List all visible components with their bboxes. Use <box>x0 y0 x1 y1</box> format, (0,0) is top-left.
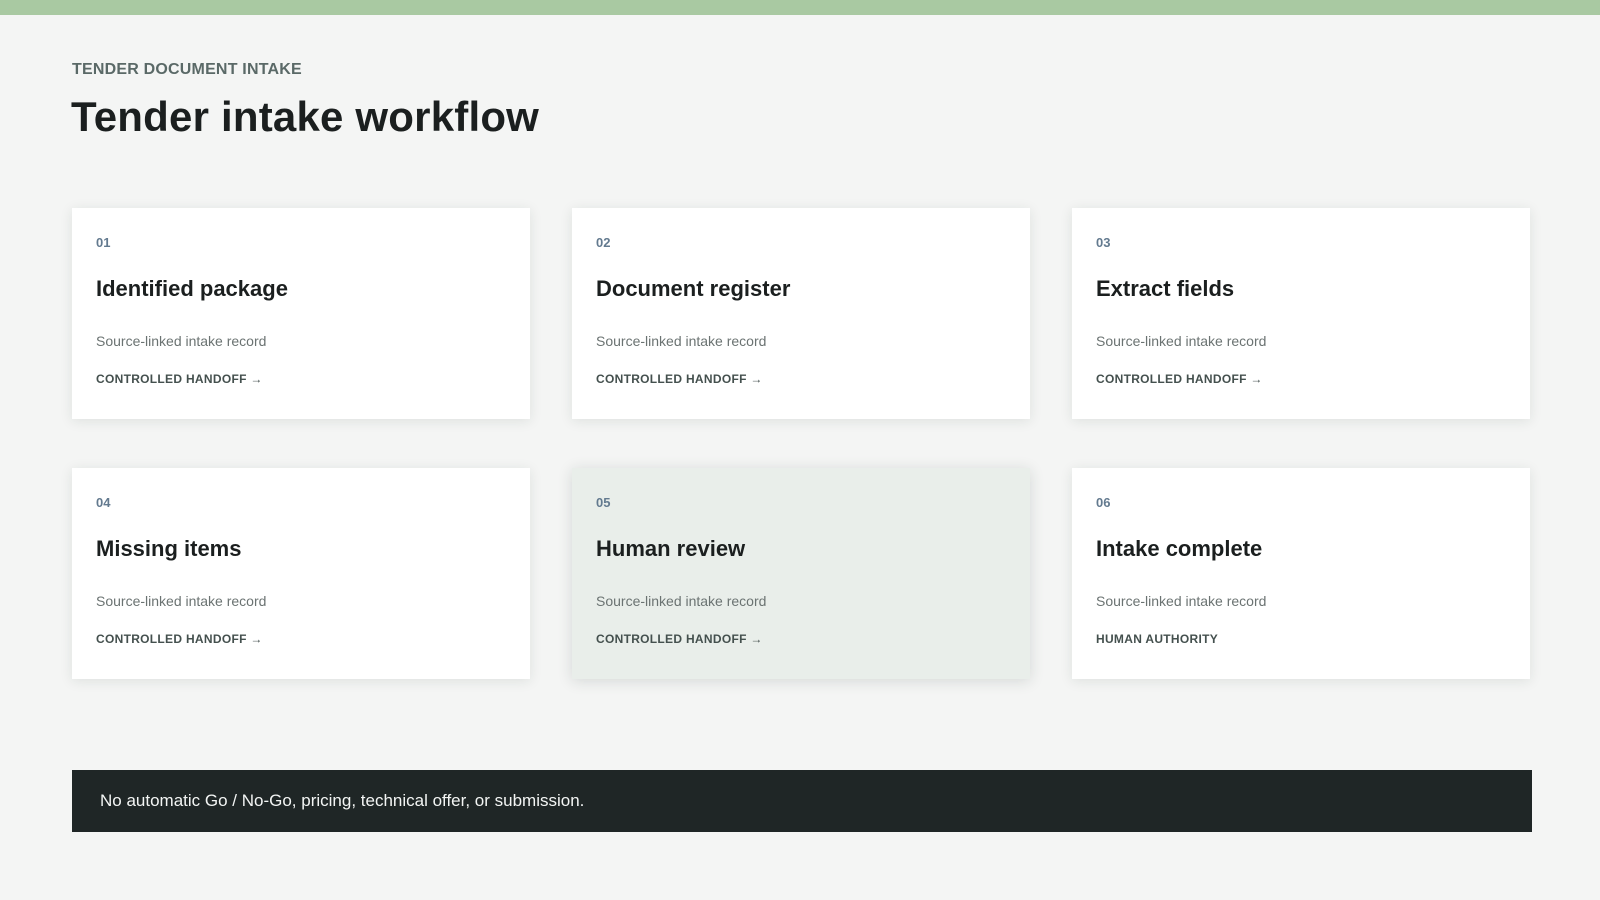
step-number: 02 <box>596 235 611 250</box>
step-title: Document register <box>596 276 791 301</box>
step-handoff-link[interactable]: CONTROLLED HANDOFF → <box>96 632 263 646</box>
step-description: Source-linked intake record <box>596 593 767 609</box>
workflow-steps-grid: 01 Identified package Source-linked inta… <box>72 208 1532 679</box>
step-handoff-link[interactable]: CONTROLLED HANDOFF → <box>96 372 263 386</box>
step-number: 03 <box>1096 235 1111 250</box>
footer-note-bar: No automatic Go / No-Go, pricing, techni… <box>72 770 1532 832</box>
step-card-extract-fields[interactable]: 03 Extract fields Source-linked intake r… <box>1072 208 1530 419</box>
step-number: 06 <box>1096 495 1111 510</box>
step-handoff-link[interactable]: CONTROLLED HANDOFF → <box>596 372 763 386</box>
step-title: Missing items <box>96 536 242 561</box>
page-eyebrow: TENDER DOCUMENT INTAKE <box>72 61 302 78</box>
step-number: 04 <box>96 495 111 510</box>
step-description: Source-linked intake record <box>96 333 267 349</box>
step-number: 05 <box>596 495 611 510</box>
step-handoff-link[interactable]: CONTROLLED HANDOFF → <box>596 632 763 646</box>
page-title: Tender intake workflow <box>71 93 540 140</box>
footer-note-text: No automatic Go / No-Go, pricing, techni… <box>100 791 585 810</box>
step-description: Source-linked intake record <box>1096 333 1267 349</box>
step-description: Source-linked intake record <box>96 593 267 609</box>
step-number: 01 <box>96 235 111 250</box>
step-title: Intake complete <box>1096 536 1263 561</box>
step-title: Human review <box>596 536 746 561</box>
step-title: Identified package <box>96 276 288 301</box>
step-title: Extract fields <box>1096 276 1235 301</box>
step-card-human-review[interactable]: 05 Human review Source-linked intake rec… <box>572 468 1030 679</box>
step-card-document-register[interactable]: 02 Document register Source-linked intak… <box>572 208 1030 419</box>
step-card-identified-package[interactable]: 01 Identified package Source-linked inta… <box>72 208 530 419</box>
step-description: Source-linked intake record <box>596 333 767 349</box>
step-authority-label: HUMAN AUTHORITY <box>1096 632 1219 646</box>
step-description: Source-linked intake record <box>1096 593 1267 609</box>
step-handoff-link[interactable]: CONTROLLED HANDOFF → <box>1096 372 1263 386</box>
step-card-missing-items[interactable]: 04 Missing items Source-linked intake re… <box>72 468 530 679</box>
top-accent-bar <box>0 0 1600 15</box>
step-card-intake-complete[interactable]: 06 Intake complete Source-linked intake … <box>1072 468 1530 679</box>
